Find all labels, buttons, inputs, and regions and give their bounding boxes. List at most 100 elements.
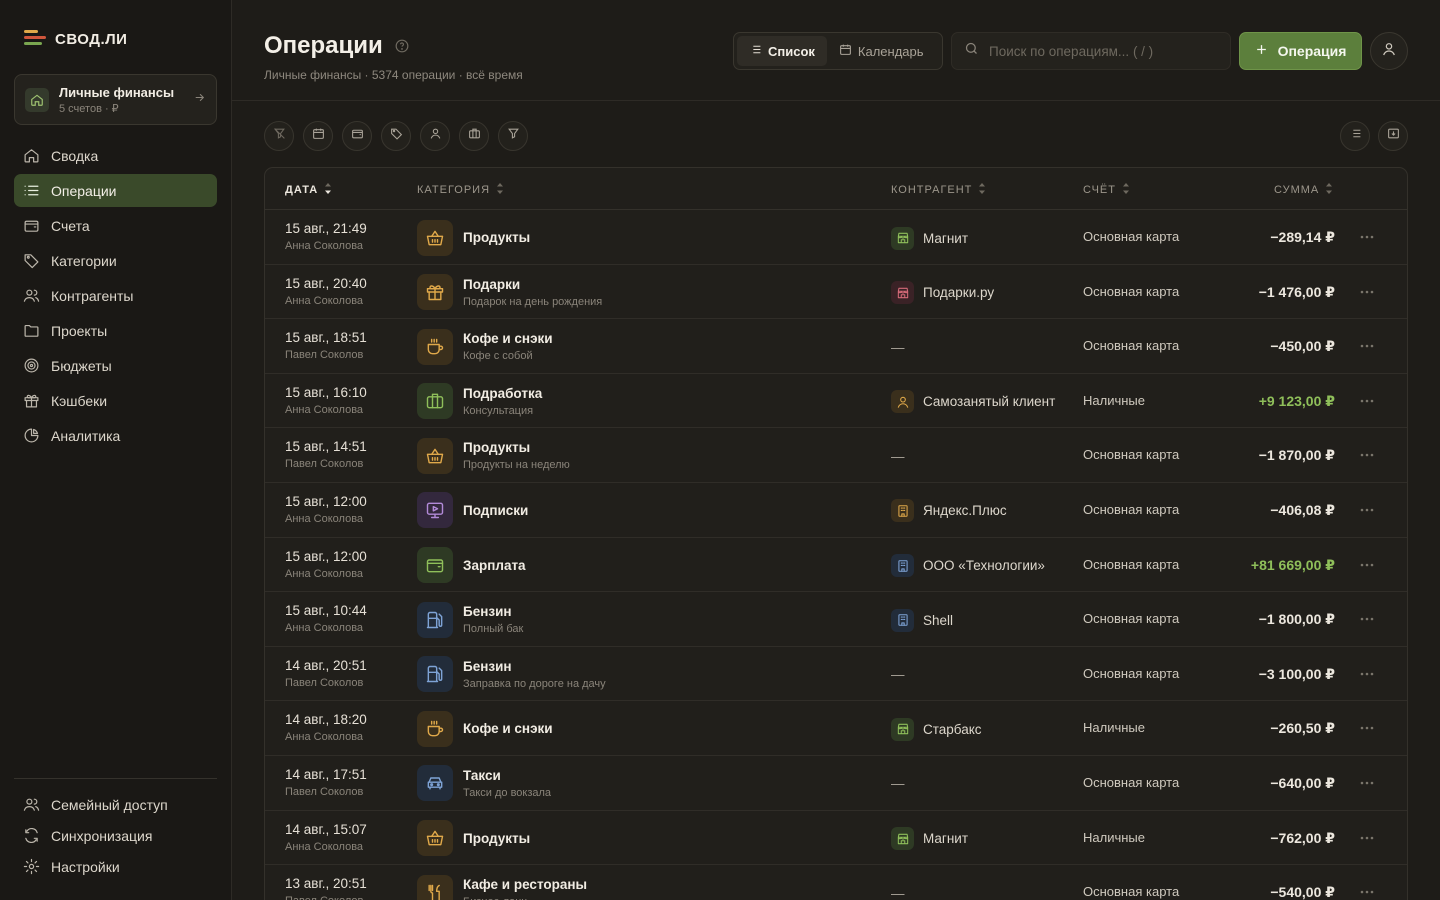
account-name: Основная карта: [1083, 884, 1180, 900]
counterparty-cell: —: [891, 882, 905, 900]
user-avatar-button[interactable]: [1370, 32, 1408, 70]
sidebar-item-1[interactable]: Семейный доступ: [14, 790, 217, 819]
category-name: Подарки: [463, 276, 521, 292]
monitor-play-icon: [417, 492, 453, 529]
sidebar-item-2[interactable]: Операции: [14, 174, 217, 207]
home-icon: [23, 147, 51, 164]
add-operation-button[interactable]: Операция: [1239, 32, 1362, 70]
category-cell: Кафе и рестораны Бизнес-ланч: [417, 874, 587, 900]
users-icon: [23, 287, 51, 304]
more-icon[interactable]: [1360, 282, 1374, 302]
sidebar-item-2[interactable]: Синхронизация: [14, 821, 217, 850]
more-icon[interactable]: [1360, 773, 1374, 793]
filter-date-button[interactable]: [303, 121, 333, 151]
counterparty-cell: Самозанятый клиент: [891, 390, 1055, 414]
counterparty-cell: Подарки.ру: [891, 281, 994, 305]
column-amount[interactable]: СУММА: [1274, 183, 1333, 197]
gift-icon: [23, 392, 51, 409]
fork-knife-icon: [417, 874, 453, 900]
app-logo[interactable]: СВОД.ЛИ: [24, 30, 127, 48]
sidebar-item-5[interactable]: Контрагенты: [14, 279, 217, 312]
search-input[interactable]: [989, 43, 1218, 59]
table-row[interactable]: 15 авг., 12:00 Анна Соколова Подписки Яндек…: [265, 483, 1407, 538]
counterparty-name: Магнит: [923, 831, 969, 847]
more-icon[interactable]: [1360, 664, 1374, 684]
export-button[interactable]: [1378, 121, 1408, 151]
wallet-icon: [23, 217, 51, 234]
view-list-button[interactable]: Список: [737, 36, 827, 66]
sidebar-item-3[interactable]: Счета: [14, 209, 217, 242]
store-icon: [891, 827, 914, 851]
briefcase-icon: [468, 127, 481, 145]
operation-user: Павел Соколов: [285, 676, 364, 689]
table-row[interactable]: 15 авг., 10:44 Анна Соколова Бензин Полный …: [265, 592, 1407, 647]
more-icon[interactable]: [1360, 500, 1374, 520]
more-icon[interactable]: [1360, 391, 1374, 411]
account-name: Наличные: [1083, 392, 1145, 408]
workspace-switcher[interactable]: Личные финансы 5 счетов · ₽: [14, 74, 217, 125]
filter-project-button[interactable]: [459, 121, 489, 151]
filter-account-button[interactable]: [342, 121, 372, 151]
sidebar-item-label: Операции: [51, 182, 117, 199]
table-row[interactable]: 15 авг., 21:49 Анна Соколова Продукты Магни…: [265, 210, 1407, 265]
more-icon[interactable]: [1360, 336, 1374, 356]
more-icon[interactable]: [1360, 828, 1374, 848]
more-icon[interactable]: [1360, 882, 1374, 900]
table-row[interactable]: 15 авг., 14:51 Павел Соколов Продукты Проду…: [265, 428, 1407, 483]
sidebar-item-6[interactable]: Проекты: [14, 314, 217, 347]
account-name: Основная карта: [1083, 774, 1180, 790]
table-row[interactable]: 15 авг., 20:40 Анна Соколова Подарки Подаро…: [265, 265, 1407, 320]
operation-datetime: 15 авг., 18:51: [285, 330, 367, 346]
table-row[interactable]: 14 авг., 17:51 Павел Соколов Такси Такси до…: [265, 756, 1407, 811]
column-date[interactable]: ДАТА: [285, 183, 332, 197]
operation-datetime: 15 авг., 12:00: [285, 548, 367, 564]
table-row[interactable]: 13 авг., 20:51 Павел Соколов Кафе и рестор…: [265, 865, 1407, 900]
filter-counterparty-button[interactable]: [420, 121, 450, 151]
counterparty-empty: —: [891, 448, 905, 464]
date-cell: 14 авг., 20:51 Павел Соколов: [285, 658, 367, 689]
view-calendar-button[interactable]: Календарь: [827, 36, 936, 66]
filter-category-button[interactable]: [381, 121, 411, 151]
sort-desc-icon: [324, 183, 332, 197]
sidebar-item-4[interactable]: Категории: [14, 244, 217, 277]
date-cell: 14 авг., 17:51 Павел Соколов: [285, 767, 367, 798]
operation-amount: −640,00 ₽: [1270, 774, 1335, 791]
table-row[interactable]: 15 авг., 16:10 Анна Соколова Подработка Кон…: [265, 374, 1407, 429]
table-body: 15 авг., 21:49 Анна Соколова Продукты Магни…: [265, 210, 1407, 900]
filter-clear-button[interactable]: [264, 121, 294, 151]
store-icon: [891, 226, 914, 250]
table-row[interactable]: 14 авг., 15:07 Анна Соколова Продукты Магни…: [265, 811, 1407, 866]
filter-more-button[interactable]: [498, 121, 528, 151]
operation-datetime: 15 авг., 21:49: [285, 221, 367, 236]
sidebar-item-1[interactable]: Сводка: [14, 139, 217, 172]
list-icon: [749, 43, 762, 59]
table-row[interactable]: 15 авг., 18:51 Павел Соколов Кофе и снэки К…: [265, 319, 1407, 374]
sidebar-item-7[interactable]: Бюджеты: [14, 349, 217, 382]
more-icon[interactable]: [1360, 227, 1374, 247]
table-row[interactable]: 14 авг., 18:20 Анна Соколова Кофе и снэки С…: [265, 701, 1407, 756]
category-cell: Подарки Подарок на день рождения: [417, 274, 602, 311]
table-row[interactable]: 14 авг., 20:51 Павел Соколов Бензин Заправк…: [265, 647, 1407, 702]
column-account[interactable]: СЧЁТ: [1083, 183, 1130, 197]
category-cell: Кофе и снэки: [417, 710, 553, 747]
table-row[interactable]: 15 авг., 12:00 Анна Соколова Зарплата ООО «…: [265, 538, 1407, 593]
more-icon[interactable]: [1360, 445, 1374, 465]
column-category[interactable]: КАТЕГОРИЯ: [417, 183, 504, 197]
counterparty-name: Старбакс: [923, 721, 982, 737]
car-icon: [417, 765, 453, 802]
sidebar-item-8[interactable]: Кэшбеки: [14, 384, 217, 417]
counterparty-name: Магнит: [923, 230, 969, 246]
category-name: Такси: [463, 767, 501, 783]
density-button[interactable]: [1340, 121, 1370, 151]
column-counterparty[interactable]: КОНТРАГЕНТ: [891, 183, 986, 197]
sidebar-item-9[interactable]: Аналитика: [14, 419, 217, 452]
more-icon[interactable]: [1360, 609, 1374, 629]
counterparty-cell: —: [891, 773, 905, 795]
more-icon[interactable]: [1360, 718, 1374, 738]
sidebar-item-3[interactable]: Настройки: [14, 852, 217, 881]
help-icon[interactable]: [395, 32, 409, 60]
filter-off-icon: [273, 127, 286, 145]
more-icon[interactable]: [1360, 555, 1374, 575]
operation-user: Павел Соколов: [285, 458, 364, 471]
bottom-nav: Семейный доступ Синхронизация Настройки: [14, 790, 217, 883]
